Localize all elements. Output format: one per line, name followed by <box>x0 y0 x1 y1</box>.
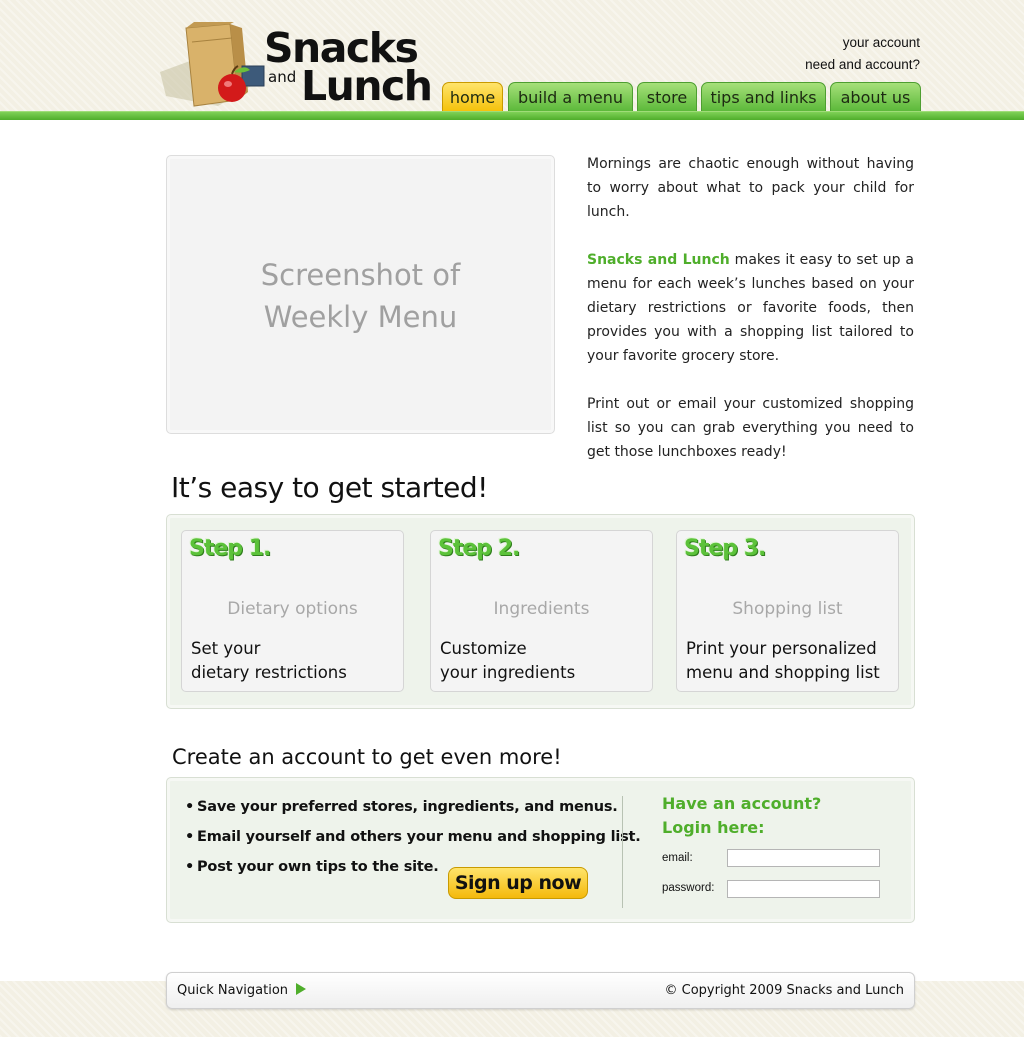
step-2-desc-line-1: Customize <box>440 639 527 658</box>
quick-navigation-link[interactable]: Quick Navigation <box>177 983 307 998</box>
logo-text-lunch: Lunch <box>301 62 433 110</box>
intro-paragraph-3: Print out or email your customized shopp… <box>587 396 914 460</box>
play-arrow-icon <box>296 983 307 995</box>
step-1-desc-line-2: dietary restrictions <box>191 663 347 682</box>
benefit-text: Post your own tips to the site. <box>197 859 439 875</box>
step-card-1[interactable]: Step 1. Dietary options Set your dietary… <box>181 530 404 692</box>
need-account-link[interactable]: need and account? <box>805 54 920 76</box>
login-heading-line-2: Login here: <box>662 818 765 837</box>
nav-tab-about-us[interactable]: about us <box>830 82 921 111</box>
nav-tab-tips-and-links[interactable]: tips and links <box>701 82 826 111</box>
step-3-title: Step 3. <box>684 536 766 561</box>
login-heading-line-1: Have an account? <box>662 794 822 813</box>
step-2-name: Ingredients <box>493 599 590 619</box>
bullet-icon: • <box>185 799 195 815</box>
email-field[interactable] <box>727 849 880 867</box>
your-account-link[interactable]: your account <box>805 32 920 54</box>
step-card-3[interactable]: Step 3. Shopping list Print your persona… <box>676 530 899 692</box>
step-3-desc-line-2: menu and shopping list <box>686 663 880 682</box>
benefit-item: • Email yourself and others your menu and… <box>185 822 641 852</box>
benefit-text: Save your preferred stores, ingredients,… <box>197 799 618 815</box>
step-3-desc-line-1: Print your personalized <box>686 639 877 658</box>
intro-paragraph-2-text: makes it easy to set up a menu for each … <box>587 252 914 364</box>
step-3-name: Shopping list <box>732 599 843 619</box>
bullet-icon: • <box>185 859 195 875</box>
step-1-desc-line-1: Set your <box>191 639 261 658</box>
intro-paragraph-1: Mornings are chaotic enough without havi… <box>587 156 914 220</box>
step-card-2[interactable]: Step 2. Ingredients Customize your ingre… <box>430 530 653 692</box>
account-heading: Create an account to get even more! <box>172 745 562 769</box>
step-2-desc-line-2: your ingredients <box>440 663 576 682</box>
step-2-title: Step 2. <box>438 536 520 561</box>
step-3-description: Print your personalized menu and shoppin… <box>686 637 891 685</box>
nav-tab-build-a-menu[interactable]: build a menu <box>508 82 633 111</box>
password-field[interactable] <box>727 880 880 898</box>
step-1-title: Step 1. <box>189 536 271 561</box>
screenshot-placeholder: Screenshot of Weekly Menu <box>166 155 555 434</box>
benefit-item: • Save your preferred stores, ingredients… <box>185 792 641 822</box>
step-1-name: Dietary options <box>227 599 358 619</box>
bullet-icon: • <box>185 829 195 845</box>
site-logo[interactable]: Snacks and Lunch <box>158 22 433 112</box>
step-1-description: Set your dietary restrictions <box>191 637 396 685</box>
account-panel: • Save your preferred stores, ingredients… <box>166 777 915 923</box>
header-green-bar <box>0 111 1024 120</box>
screenshot-placeholder-text: Screenshot of Weekly Menu <box>167 254 554 338</box>
brand-name-inline: Snacks and Lunch <box>587 252 730 268</box>
email-label: email: <box>662 852 693 864</box>
vertical-divider <box>622 796 623 908</box>
login-heading: Have an account? Login here: <box>662 792 821 840</box>
step-2-description: Customize your ingredients <box>440 637 645 685</box>
benefit-text: Email yourself and others your menu and … <box>197 829 641 845</box>
footer-bar: Quick Navigation © Copyright 2009 Snacks… <box>166 972 915 1009</box>
quick-navigation-label: Quick Navigation <box>177 983 289 998</box>
nav-tab-home[interactable]: home <box>442 82 503 111</box>
steps-heading: It’s easy to get started! <box>171 471 488 504</box>
steps-panel: Step 1. Dietary options Set your dietary… <box>166 514 915 709</box>
intro-text: Mornings are chaotic enough without havi… <box>587 152 914 488</box>
lunch-bag-apple-icon <box>160 22 265 107</box>
nav-tab-store[interactable]: store <box>637 82 697 111</box>
logo-text-and: and <box>268 68 297 86</box>
account-links: your account need and account? <box>805 32 920 76</box>
placeholder-line-2: Weekly Menu <box>263 300 458 334</box>
intro-paragraph-2: Snacks and Lunch makes it easy to set up… <box>587 248 914 368</box>
copyright-text: © Copyright 2009 Snacks and Lunch <box>664 983 904 998</box>
password-label: password: <box>662 882 715 894</box>
sign-up-button[interactable]: Sign up now <box>448 867 588 899</box>
placeholder-line-1: Screenshot of <box>260 258 461 292</box>
